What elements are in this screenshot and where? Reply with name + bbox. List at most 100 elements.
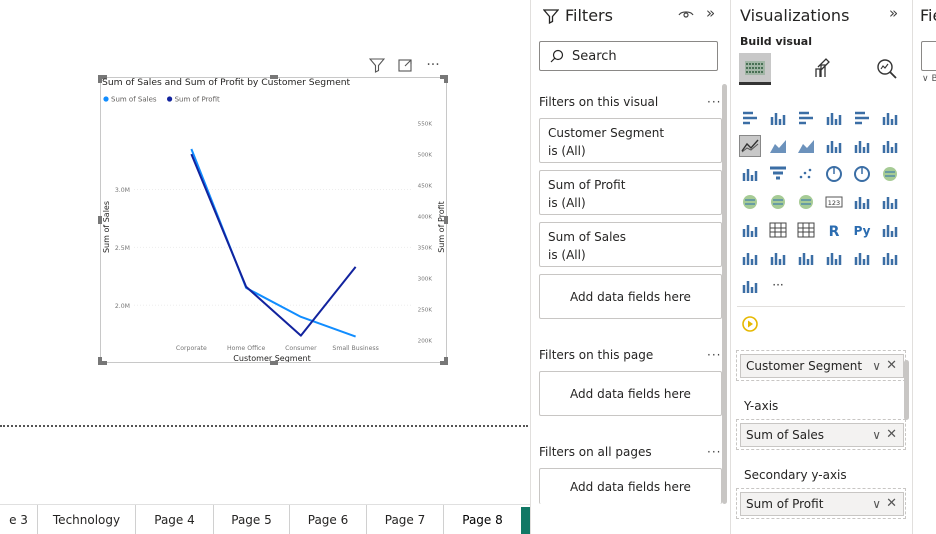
page-tab[interactable]: Page 6	[290, 505, 367, 534]
remove-field-icon[interactable]: ✕	[886, 496, 897, 511]
y2-tick-label: 300K	[418, 277, 433, 283]
stacked-area-icon[interactable]	[795, 135, 817, 157]
remove-field-icon[interactable]: ✕	[886, 358, 897, 373]
clustered-bar-icon[interactable]	[795, 107, 817, 129]
filter-card-sum-of-profit[interactable]: Sum of Profit is (All)	[539, 170, 722, 215]
y2-axis-ticks: 200K 250K 300K 350K 400K 450K 500K 550K	[418, 122, 433, 345]
collapse-pane-icon[interactable]: »	[889, 4, 898, 22]
filter-card-state: is (All)	[548, 144, 586, 158]
y-axis-well[interactable]: Sum of Sales ∨ ✕	[736, 419, 906, 450]
funnel-icon[interactable]	[767, 163, 789, 185]
x-axis-ticks: Corporate Home Office Consumer Small Busine…	[176, 345, 379, 352]
r-visual-icon[interactable]: R	[823, 219, 845, 241]
filter-icon[interactable]	[368, 56, 386, 74]
key-influencers-icon[interactable]	[879, 219, 901, 241]
table-icon[interactable]	[767, 219, 789, 241]
svg-text:R: R	[829, 224, 840, 239]
more-options-icon[interactable]: ···	[707, 95, 721, 109]
filters-on-all-pages-label: Filters on all pages	[539, 445, 652, 459]
smart-narrative-icon[interactable]	[795, 247, 817, 269]
well-field-sum-of-sales[interactable]: Sum of Sales ∨ ✕	[740, 423, 904, 447]
line-chart[interactable]: Sum of Sales Sum of Profit 2.0M 2.5M 3.0M 2…	[100, 90, 447, 363]
ribbon-chart-icon[interactable]	[879, 135, 901, 157]
build-visual-label: Build visual	[740, 35, 812, 48]
page-tab-active[interactable]: Page 8	[444, 505, 521, 534]
add-data-fields-drop-zone[interactable]: Add data fields here	[539, 371, 722, 416]
more-visuals-icon[interactable]: ···	[767, 275, 789, 297]
filter-card-sum-of-sales[interactable]: Sum of Sales is (All)	[539, 222, 722, 267]
matrix-icon[interactable]	[795, 219, 817, 241]
fields-tree-item[interactable]: ∨ B	[922, 74, 936, 84]
clustered-column-icon[interactable]	[823, 107, 845, 129]
fields-search-input[interactable]	[921, 41, 936, 71]
collapse-pane-icon[interactable]: »	[706, 4, 715, 22]
python-visual-icon[interactable]: Py	[851, 219, 873, 241]
y2-tick-label: 550K	[418, 122, 433, 128]
y2-tick-label: 200K	[418, 339, 433, 345]
metrics-icon[interactable]	[823, 247, 845, 269]
decomposition-tree-icon[interactable]	[739, 247, 761, 269]
well-field-label: Sum of Sales	[746, 428, 825, 442]
analytics-icon[interactable]	[871, 53, 903, 85]
page-tab[interactable]: Page 5	[214, 505, 290, 534]
100-column-icon[interactable]	[879, 107, 901, 129]
page-tab[interactable]: Page 7	[367, 505, 444, 534]
focus-mode-icon[interactable]	[396, 56, 414, 74]
map-icon[interactable]	[739, 191, 761, 213]
filter-search-input[interactable]: Search	[539, 41, 718, 71]
paginated-report-icon[interactable]	[739, 313, 761, 335]
slicer-icon[interactable]	[739, 219, 761, 241]
chevron-down-icon[interactable]: ∨	[872, 359, 881, 373]
card-icon[interactable]: 123	[823, 191, 845, 213]
line-clustered-column-icon[interactable]	[823, 135, 845, 157]
waterfall-icon[interactable]	[739, 163, 761, 185]
eye-icon[interactable]	[678, 6, 694, 26]
line-stacked-column-icon[interactable]	[851, 135, 873, 157]
donut-chart-icon[interactable]	[851, 163, 873, 185]
pie-chart-icon[interactable]	[823, 163, 845, 185]
filter-card-customer-segment[interactable]: Customer Segment is (All)	[539, 118, 722, 163]
resize-handle[interactable]	[444, 75, 448, 83]
kpi-icon[interactable]	[879, 191, 901, 213]
add-data-fields-drop-zone[interactable]: Add data fields here	[539, 468, 722, 504]
100-bar-icon[interactable]	[851, 107, 873, 129]
page-tab[interactable]: Technology	[38, 505, 136, 534]
multi-row-card-icon[interactable]	[851, 191, 873, 213]
x-axis-well[interactable]: Customer Segment ∨ ✕	[736, 350, 906, 381]
legend-marker	[167, 96, 173, 102]
visualizations-scrollbar[interactable]	[904, 360, 909, 420]
remove-field-icon[interactable]: ✕	[886, 427, 897, 442]
page-tab[interactable]: e 3	[0, 505, 38, 534]
line-chart-icon[interactable]	[739, 135, 761, 157]
stacked-column-icon[interactable]	[767, 107, 789, 129]
chevron-down-icon[interactable]: ∨	[872, 497, 881, 511]
well-field-sum-of-profit[interactable]: Sum of Profit ∨ ✕	[740, 492, 904, 516]
format-visual-icon[interactable]	[807, 53, 839, 85]
filter-card-state: is (All)	[548, 248, 586, 262]
area-chart-icon[interactable]	[767, 135, 789, 157]
more-options-icon[interactable]: ···	[707, 348, 721, 362]
treemap-icon[interactable]	[879, 163, 901, 185]
azure-map-icon[interactable]	[795, 191, 817, 213]
page-tab-bar: e 3 Technology Page 4 Page 5 Page 6 Page…	[0, 504, 530, 534]
power-apps-icon[interactable]	[879, 247, 901, 269]
legend-label: Sum of Profit	[175, 96, 220, 104]
x-tick-label: Small Business	[332, 345, 378, 352]
power-automate-icon[interactable]	[739, 275, 761, 297]
stacked-bar-icon[interactable]	[739, 107, 761, 129]
more-options-icon[interactable]: ···	[707, 445, 721, 459]
y2-tick-label: 250K	[418, 308, 433, 314]
filled-map-icon[interactable]	[767, 191, 789, 213]
scatter-icon[interactable]	[795, 163, 817, 185]
filters-scrollbar[interactable]	[722, 84, 727, 504]
chevron-down-icon[interactable]: ∨	[872, 428, 881, 442]
page-tab[interactable]: Page 4	[136, 505, 214, 534]
well-field-customer-segment[interactable]: Customer Segment ∨ ✕	[740, 354, 904, 378]
paginated-visual-icon[interactable]	[851, 247, 873, 269]
add-data-fields-drop-zone[interactable]: Add data fields here	[539, 274, 722, 319]
build-visual-icon[interactable]	[739, 53, 771, 85]
qa-icon[interactable]	[767, 247, 789, 269]
secondary-y-axis-well[interactable]: Sum of Profit ∨ ✕	[736, 488, 906, 519]
more-options-icon[interactable]: ···	[424, 56, 442, 74]
visual-header: ···	[368, 56, 442, 74]
